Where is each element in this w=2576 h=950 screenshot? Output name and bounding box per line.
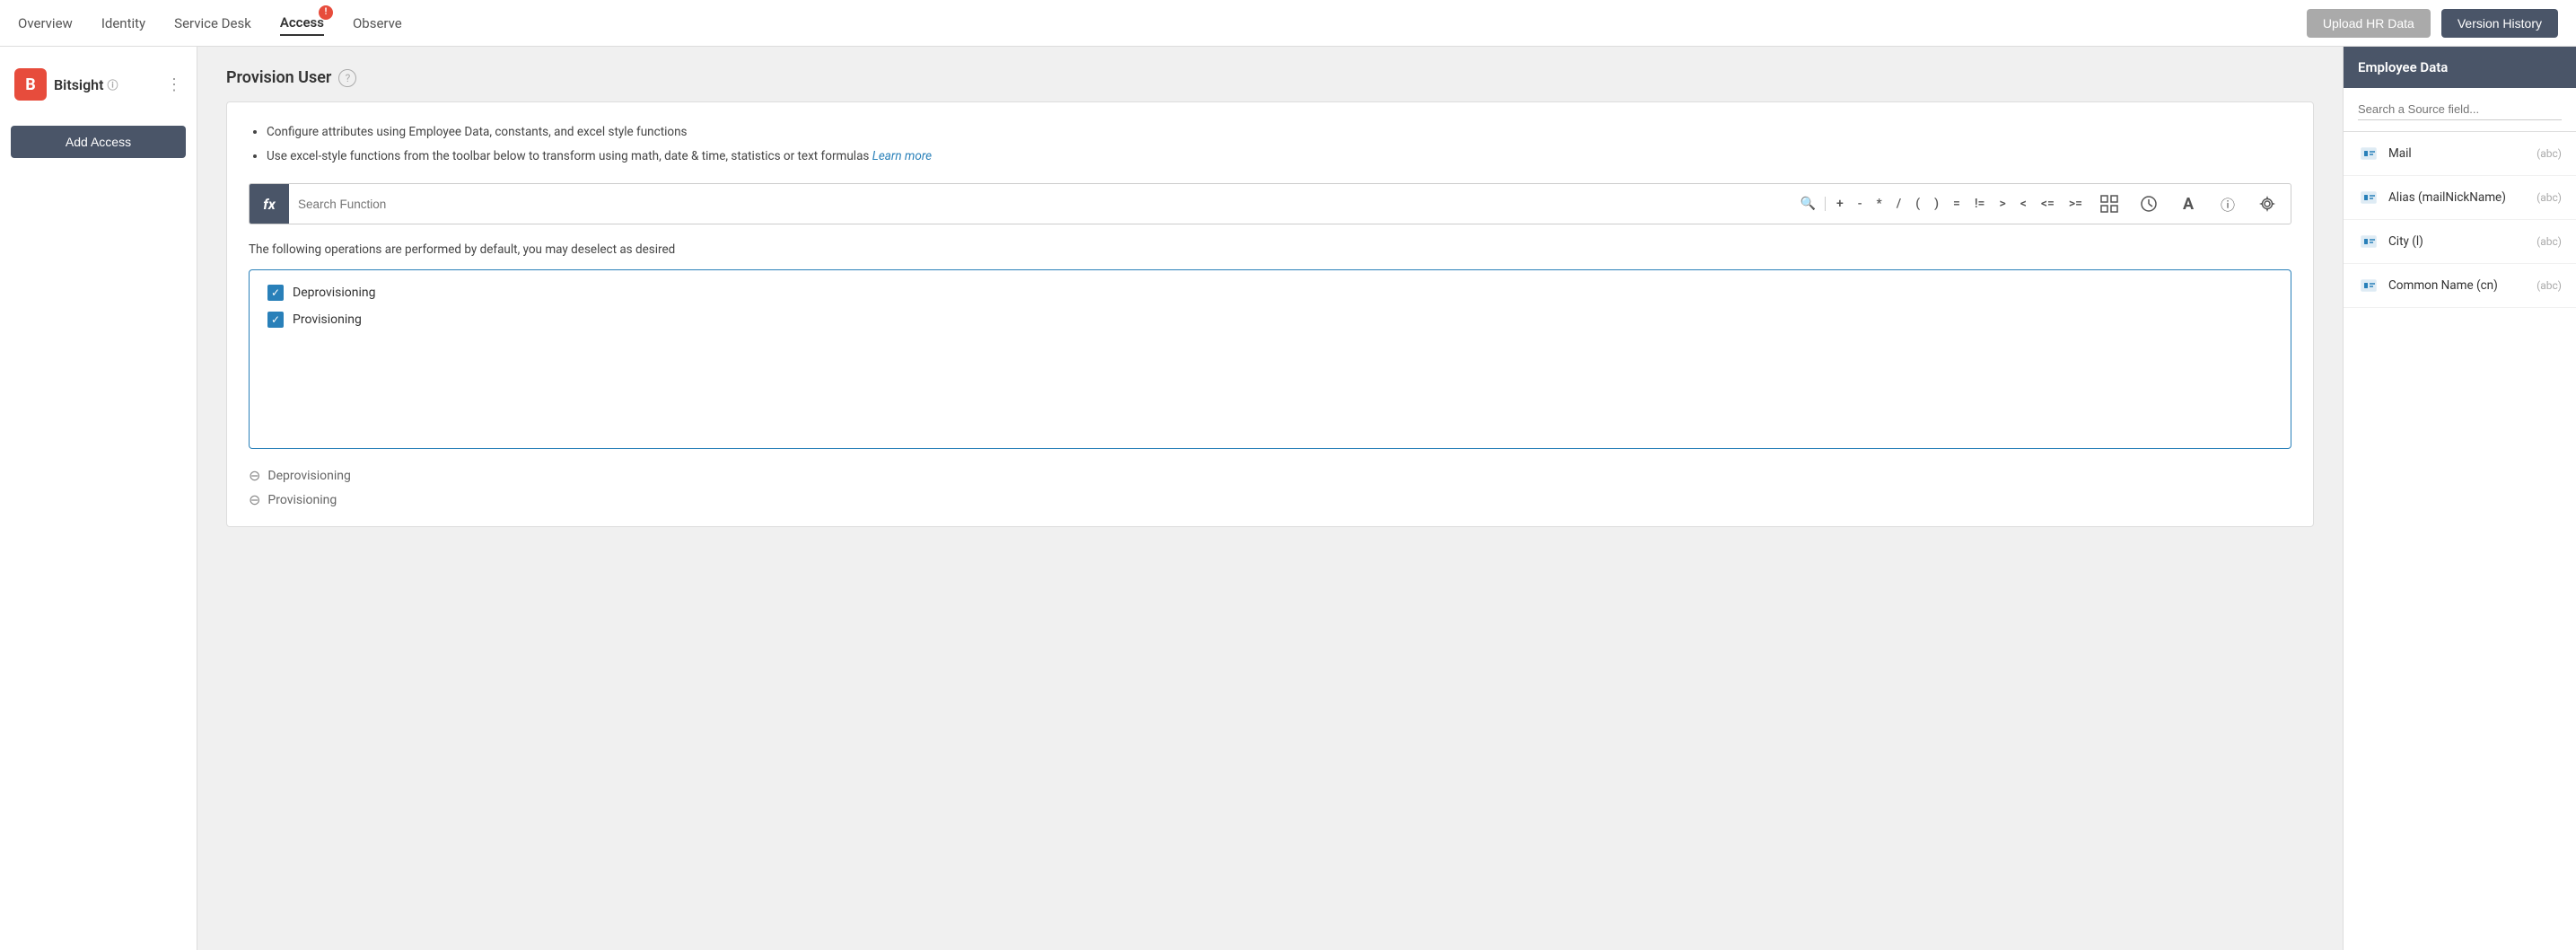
provision-user-box: Configure attributes using Employee Data… [226,101,2314,527]
excluded-deprovisioning-label: Deprovisioning [267,469,351,483]
nav-access[interactable]: Access ! [280,11,324,36]
provision-user-title: Provision User [226,68,331,87]
field-name-common-name: Common Name (cn) [2388,278,2528,293]
field-icon-mail [2358,143,2379,164]
version-history-button[interactable]: Version History [2441,9,2558,38]
upload-hr-button[interactable]: Upload HR Data [2307,9,2431,38]
sidebar-header: B Bitsight ⓘ ⋮ [11,61,186,115]
info-bullet-2: Use excel-style functions from the toolb… [267,145,2291,169]
field-type-mail: (abc) [2537,147,2562,160]
info-bullet-1: Configure attributes using Employee Data… [267,120,2291,145]
checkbox-deprovisioning: ✓ Deprovisioning [267,285,2273,301]
exclude-icon-1: ⊖ [249,467,260,484]
panel-search-input[interactable] [2358,99,2562,120]
excluded-deprovisioning: ⊖ Deprovisioning [249,467,2291,484]
field-type-alias: (abc) [2537,191,2562,204]
panel-title: Employee Data [2358,59,2448,75]
deprovisioning-label: Deprovisioning [293,286,376,300]
op-gte[interactable]: >= [2069,197,2082,211]
operations-text: The following operations are performed b… [249,242,2291,257]
sidebar-logo: B Bitsight ⓘ [14,68,118,101]
op-close-paren[interactable]: ) [1934,197,1939,211]
field-icon-common-name [2358,275,2379,296]
field-icon-alias [2358,187,2379,208]
provision-user-help-icon[interactable]: ? [338,69,356,87]
op-plus[interactable]: + [1836,197,1844,211]
formula-operators: + - * / ( ) = != > < <= >= [1826,184,2291,224]
logo-icon: B [14,68,47,101]
formula-search-input[interactable] [298,198,1795,211]
grid-icon[interactable] [2097,191,2122,216]
op-multiply[interactable]: * [1877,197,1882,211]
info-list: Configure attributes using Employee Data… [249,120,2291,169]
add-access-button[interactable]: Add Access [11,126,186,158]
sidebar: B Bitsight ⓘ ⋮ Add Access [0,47,197,950]
panel-header: Employee Data [2344,47,2576,88]
checkbox-check-icon: ✓ [271,286,280,299]
op-equals[interactable]: = [1953,197,1960,211]
provisioning-checkbox[interactable]: ✓ [267,312,284,328]
field-type-city: (abc) [2537,235,2562,248]
op-less[interactable]: < [2020,197,2027,211]
formula-bar: fx 🔍 + - * / ( ) = != > < <= >= [249,183,2291,224]
sidebar-menu-icon[interactable]: ⋮ [166,75,182,94]
checkbox-check-icon-2: ✓ [271,313,280,326]
settings-icon[interactable] [2255,191,2280,216]
field-city[interactable]: City (l) (abc) [2344,220,2576,264]
nav-actions: Upload HR Data Version History [2307,9,2558,38]
field-mail[interactable]: Mail (abc) [2344,132,2576,176]
excluded-provisioning: ⊖ Provisioning [249,491,2291,508]
top-navigation: Overview Identity Service Desk Access ! … [0,0,2576,47]
nav-items: Overview Identity Service Desk Access ! … [18,11,2307,36]
text-icon[interactable]: A [2176,191,2201,216]
excluded-list: ⊖ Deprovisioning ⊖ Provisioning [249,467,2291,508]
nav-observe[interactable]: Observe [353,12,402,35]
employee-data-panel: Employee Data Mail (abc) [2343,47,2576,950]
op-not-equals[interactable]: != [1975,197,1985,211]
logo-name: Bitsight ⓘ [54,76,118,93]
formula-fx-icon: fx [250,184,289,224]
access-badge: ! [319,5,333,20]
excluded-provisioning-label: Provisioning [267,493,337,507]
checkbox-area: ✓ Deprovisioning ✓ Provisioning [249,269,2291,449]
field-name-mail: Mail [2388,146,2528,161]
formula-search-wrapper: 🔍 [289,197,1826,211]
learn-more-link[interactable]: Learn more [872,149,932,163]
provision-user-header: Provision User ? [226,68,2314,87]
layout: B Bitsight ⓘ ⋮ Add Access Provision User… [0,47,2576,950]
panel-items: Mail (abc) Alias (mailNickName) (abc) [2344,132,2576,950]
op-greater[interactable]: > [1999,197,2005,211]
field-alias[interactable]: Alias (mailNickName) (abc) [2344,176,2576,220]
op-lte[interactable]: <= [2041,197,2055,211]
op-minus[interactable]: - [1858,197,1862,211]
logo-info-icon: ⓘ [107,77,118,92]
op-open-paren[interactable]: ( [1915,197,1920,211]
main-content: Provision User ? Configure attributes us… [197,47,2343,950]
field-type-common-name: (abc) [2537,279,2562,292]
op-divide[interactable]: / [1897,197,1901,211]
checkbox-provisioning: ✓ Provisioning [267,312,2273,328]
field-icon-city [2358,231,2379,252]
info-icon[interactable]: ⓘ [2215,191,2240,216]
nav-service-desk[interactable]: Service Desk [174,12,251,35]
panel-search [2344,88,2576,132]
nav-overview[interactable]: Overview [18,12,73,35]
exclude-icon-2: ⊖ [249,491,260,508]
provisioning-label: Provisioning [293,312,362,327]
clock-icon[interactable] [2136,191,2161,216]
search-icon: 🔍 [1801,197,1816,211]
field-common-name[interactable]: Common Name (cn) (abc) [2344,264,2576,308]
field-name-city: City (l) [2388,234,2528,249]
deprovisioning-checkbox[interactable]: ✓ [267,285,284,301]
field-name-alias: Alias (mailNickName) [2388,190,2528,205]
nav-identity[interactable]: Identity [101,12,145,35]
